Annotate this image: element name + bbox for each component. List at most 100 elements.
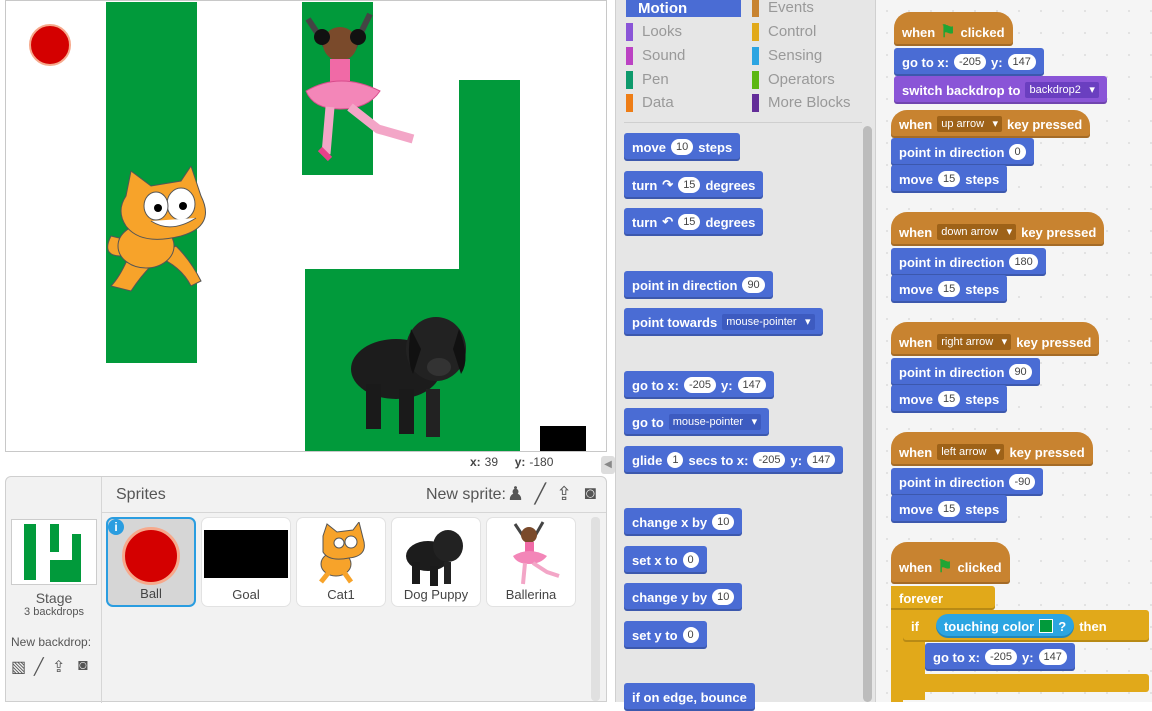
category-pen[interactable]: Pen [626,70,669,90]
y-label: y: [514,455,526,469]
block-palette: Motion Events Looks Control Sound Sensin… [615,0,875,711]
block-move[interactable]: move 15 steps [891,385,1008,413]
block-move[interactable]: move 15 steps [891,275,1008,303]
when-key-pressed-hat[interactable]: whendown arrowkey pressed [891,212,1105,246]
cat-sprite[interactable] [101,166,226,296]
green-flag-icon: ⚑ [937,557,953,576]
stage-label: Stage [35,590,73,606]
block-turn-right[interactable]: turn ↷ 15 degrees [624,171,764,199]
sprite-thumb-dog-puppy[interactable]: Dog Puppy [391,517,481,607]
forever-header: forever [891,586,995,610]
block-go-to-xy[interactable]: go to x: -205 y: 147 [925,643,1075,671]
sprite-thumb-goal[interactable]: Goal [201,517,291,607]
category-sound[interactable]: Sound [626,46,685,66]
sprite-thumb-ball[interactable]: i Ball [106,517,196,607]
new-backdrop-label: New backdrop: [11,635,92,649]
category-label: Data [642,94,674,111]
stage-column: Stage 3 backdrops New backdrop: ▧ ╱ ⇪ ◙ [6,477,102,703]
ballerina-sprite[interactable] [278,9,418,164]
block-go-to-xy[interactable]: go to x: -205 y: 147 [894,48,1044,76]
goal-sprite[interactable] [540,426,586,451]
block-point-in-direction[interactable]: point in direction 0 [891,138,1034,166]
new-sprite-label: New sprite: [425,486,506,503]
block-point-in-direction[interactable]: point in direction 180 [891,248,1046,276]
sprite-thumb-cat1[interactable]: Cat1 [296,517,386,607]
category-label: Pen [642,71,669,88]
green-flag-icon: ⚑ [940,22,956,41]
upload-sprite-icon[interactable]: ⇪ [556,483,572,506]
category-control[interactable]: Control [752,22,816,42]
forever-block[interactable]: forever if touching color? then go to x:… [891,586,1151,702]
block-point-towards[interactable]: point towards mouse-pointer [624,308,823,336]
block-glide[interactable]: glide 1 secs to x: -205 y: 147 [624,446,844,474]
block-move[interactable]: move 15 steps [891,165,1008,193]
touching-color-block[interactable]: touching color? [935,614,1075,638]
when-key-pressed-hat[interactable]: whenleft arrowkey pressed [891,432,1093,466]
block-move[interactable]: move 10 steps [624,133,741,161]
sprite-name: Ball [140,586,162,601]
category-label: More Blocks [768,94,851,111]
block-go-to[interactable]: go to mouse-pointer [624,408,770,436]
category-more-blocks[interactable]: More Blocks [752,93,851,113]
mouse-coordinates: x: 39 y: -180 [470,455,553,469]
block-turn-left[interactable]: turn ↶ 15 degrees [624,208,764,236]
category-events[interactable]: Events [752,0,814,18]
dog-puppy-sprite[interactable] [351,299,481,444]
info-icon[interactable]: i [108,519,124,535]
stage-canvas[interactable] [5,0,607,452]
camera-sprite-icon[interactable]: ◙ [585,483,596,505]
scripts-area[interactable]: when ⚑ clicked go to x: -205 y: 147 switch ba… [875,0,1152,702]
camera-backdrop-icon[interactable]: ◙ [78,657,88,675]
when-key-pressed-hat[interactable]: whenright arrowkey pressed [891,322,1100,356]
sprite-name: Ballerina [505,587,557,602]
rotate-clockwise-icon: ↷ [662,177,674,192]
x-value: 39 [484,455,499,469]
upload-backdrop-icon[interactable]: ⇪ [52,657,65,677]
y-value: -180 [529,455,554,469]
block-bounce[interactable]: if on edge, bounce [624,683,755,711]
category-sensing[interactable]: Sensing [752,46,822,66]
block-set-x[interactable]: set x to 0 [624,546,707,574]
when-flag-clicked-hat[interactable]: when ⚑ clicked [894,12,1013,46]
palette-divider [624,122,862,123]
category-operators[interactable]: Operators [752,70,835,90]
block-switch-backdrop[interactable]: switch backdrop to backdrop2 [894,76,1107,104]
category-label: Events [768,0,814,16]
block-set-y[interactable]: set y to 0 [624,621,707,649]
category-label: Looks [642,23,683,40]
block-change-x[interactable]: change x by 10 [624,508,743,536]
block-point-in-direction[interactable]: point in direction -90 [891,468,1044,496]
block-move[interactable]: move 15 steps [891,495,1008,523]
when-flag-clicked-hat[interactable]: when ⚑ clicked [891,542,1010,584]
paint-sprite-icon[interactable]: ╱ [535,483,546,506]
category-label: Sensing [768,47,823,64]
sprite-name: Goal [232,587,260,602]
sprites-scrollbar[interactable] [591,517,600,701]
if-header: if touching color? then [903,610,1149,642]
sprite-thumb-ballerina[interactable]: Ballerina [486,517,576,607]
paint-backdrop-icon[interactable]: ▧ [11,657,26,677]
sprite-name: Dog Puppy [403,587,469,602]
category-label: Control [768,23,817,40]
collapse-arrow-icon[interactable]: ◀ [601,456,615,474]
stage-thumbnail[interactable] [11,519,97,585]
brush-backdrop-icon[interactable]: ╱ [34,657,44,677]
if-block[interactable]: if touching color? then go to x: -205 y: 14… [903,610,1149,700]
block-point-in-direction[interactable]: point in direction 90 [624,271,773,299]
category-label: Operators [768,71,835,88]
block-change-y[interactable]: change y by 10 [624,583,743,611]
block-point-in-direction[interactable]: point in direction 90 [891,358,1040,386]
block-go-to-xy[interactable]: go to x: -205 y: 147 [624,371,774,399]
when-key-pressed-hat[interactable]: whenup arrowkey pressed [891,110,1091,138]
color-swatch[interactable] [1039,619,1054,633]
category-data[interactable]: Data [626,93,674,113]
if-footer [903,674,1149,692]
sprite-name: Cat1 [327,587,355,602]
x-label: x: [470,455,481,469]
ball-sprite[interactable] [29,24,71,66]
category-motion[interactable]: Motion [626,0,741,17]
palette-scrollbar[interactable] [863,126,872,702]
sprites-header: Sprites New sprite: ♟ ╱ ⇪ ◙ [102,477,606,513]
sprite-library-icon[interactable]: ♟ [507,483,524,506]
category-looks[interactable]: Looks [626,22,682,42]
